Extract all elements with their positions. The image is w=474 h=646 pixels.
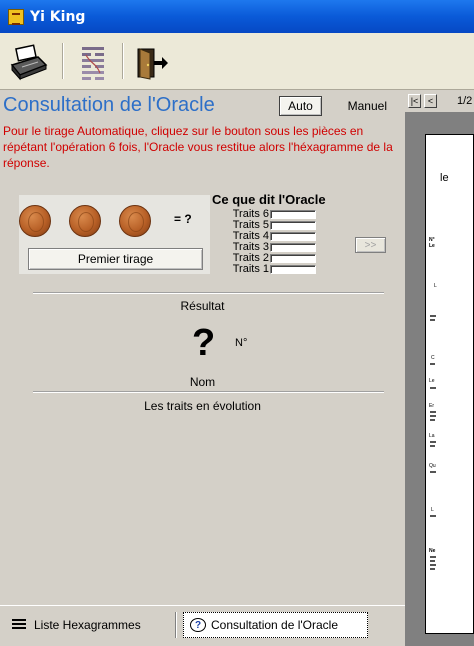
toolbar-separator	[122, 43, 124, 79]
coin-icon	[119, 205, 151, 237]
doc-text: Qu	[429, 463, 436, 469]
doc-text: le	[440, 172, 449, 184]
hexagram-number-label: N°	[235, 337, 248, 349]
consultation-header: Consultation de l'Oracle Auto Manuel	[0, 94, 405, 118]
tab-label: Consultation de l'Oracle	[211, 618, 339, 632]
help-icon: ?	[190, 618, 206, 632]
next-trait-button[interactable]: >>	[355, 237, 386, 253]
doc-text: Le	[429, 378, 435, 384]
doc-text: Ne	[429, 548, 436, 554]
app-icon	[8, 8, 24, 25]
window-titlebar: Yi King	[0, 0, 474, 33]
consultation-panel: Consultation de l'Oracle Auto Manuel Pou…	[0, 90, 405, 605]
instructions-text: Pour le tirage Automatique, cliquez sur …	[3, 124, 393, 170]
exit-door-icon[interactable]	[132, 43, 172, 83]
tab-label: Liste Hexagrammes	[34, 618, 141, 632]
oracle-title: Ce que dit l'Oracle	[212, 192, 326, 207]
traits-list: Traits 6 Traits 5 Traits 4 Traits 3 Trai…	[228, 209, 328, 275]
coins-result: = ?	[174, 212, 192, 226]
premier-tirage-button[interactable]: Premier tirage	[28, 248, 203, 270]
tab-liste-hexagrammes[interactable]: Liste Hexagrammes	[12, 612, 141, 638]
doc-text: L	[431, 507, 434, 513]
bottom-tabbar: Liste Hexagrammes ? Consultation de l'Or…	[0, 605, 405, 646]
trait-bar	[270, 254, 316, 263]
trait-bar	[270, 210, 316, 219]
toolbar	[0, 33, 474, 90]
coin-panel: = ? Premier tirage	[19, 195, 210, 274]
trait-label: Traits 1	[232, 263, 269, 275]
doc-text: La	[429, 433, 435, 439]
window-title: Yi King	[30, 8, 86, 25]
consultation-title: Consultation de l'Oracle	[3, 94, 215, 116]
hexagram-name-label: Nom	[189, 375, 216, 389]
hexagram-placeholder: ?	[192, 322, 216, 364]
divider	[33, 292, 384, 294]
tab-consultation[interactable]: ? Consultation de l'Oracle	[183, 612, 368, 638]
page-indicator: 1/2	[457, 95, 473, 107]
document-page: le N° Le L C Le Er La Qu L Ne	[425, 134, 474, 634]
doc-text: Er	[429, 403, 434, 409]
toolbar-separator	[62, 43, 64, 79]
evolution-label: Les traits en évolution	[144, 399, 261, 413]
first-page-button[interactable]: |<	[408, 94, 421, 108]
preview-pane: |< < 1/2 le N° Le L C Le Er La Qu L Ne	[405, 90, 474, 646]
doc-text: Le	[429, 243, 435, 249]
hexagram-icon[interactable]	[72, 43, 112, 83]
trait-bar	[270, 221, 316, 230]
list-icon	[12, 619, 26, 631]
preview-toolbar: |< < 1/2	[405, 90, 474, 112]
mode-auto-button[interactable]: Auto	[279, 96, 322, 116]
resultat-label: Résultat	[180, 299, 225, 313]
tab-separator	[175, 612, 177, 638]
trait-row: Traits 1	[228, 264, 328, 275]
coin-icon	[19, 205, 51, 237]
coin-icon	[69, 205, 101, 237]
prev-page-button[interactable]: <	[424, 94, 437, 108]
trait-bar	[270, 232, 316, 241]
doc-text: C	[431, 355, 435, 361]
mode-manuel-button[interactable]: Manuel	[326, 96, 393, 116]
divider	[33, 391, 384, 393]
doc-text: L	[434, 283, 437, 289]
trait-bar	[270, 243, 316, 252]
trait-bar	[270, 265, 316, 274]
printer-icon[interactable]	[8, 43, 48, 83]
